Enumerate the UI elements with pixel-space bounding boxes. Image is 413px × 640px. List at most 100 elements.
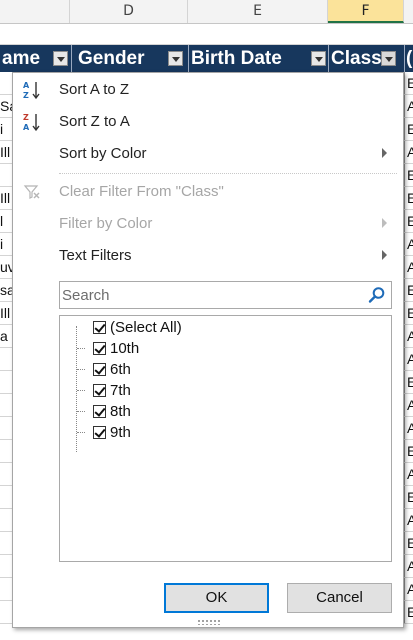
clear-filter-item[interactable]: Clear Filter From "Class" — [13, 177, 403, 207]
chevron-right-icon — [382, 250, 387, 260]
sort-z-to-a-item[interactable]: Z A Sort Z to A — [13, 107, 403, 137]
cell-name-partial[interactable] — [0, 463, 12, 485]
header-class-label: Class — [331, 48, 382, 69]
cell-next-partial[interactable]: A — [404, 325, 413, 347]
tree-branch — [77, 390, 85, 391]
filter-by-color-item[interactable]: Filter by Color — [13, 209, 403, 239]
checkbox-checked-icon — [93, 363, 106, 376]
cell-next-partial[interactable]: E — [404, 371, 413, 393]
clear-filter-label: Clear Filter From "Class" — [59, 183, 224, 200]
cell-next-partial[interactable]: E — [404, 486, 413, 508]
cell-next-partial[interactable]: E — [404, 532, 413, 554]
class-filter-dropdown-icon[interactable] — [381, 51, 396, 66]
spacer-row — [0, 23, 413, 45]
cell-next-partial[interactable]: E — [404, 302, 413, 324]
cell-name-partial[interactable] — [0, 417, 12, 439]
cancel-button[interactable]: Cancel — [287, 583, 392, 613]
cell-next-partial[interactable]: A — [404, 95, 413, 117]
cell-name-partial[interactable] — [0, 72, 12, 94]
cell-next-partial[interactable]: A — [404, 463, 413, 485]
sort-z-to-a-label: Sort Z to A — [59, 113, 130, 130]
tree-branch — [77, 369, 85, 370]
checkbox-checked-icon — [93, 426, 106, 439]
cell-name-partial[interactable] — [0, 164, 12, 186]
cell-next-partial[interactable]: A — [404, 555, 413, 577]
svg-text:Z: Z — [23, 113, 29, 122]
search-icon[interactable] — [368, 286, 386, 304]
cell-next-partial[interactable]: E — [404, 210, 413, 232]
cell-name-partial[interactable] — [0, 486, 12, 508]
tree-branch — [77, 411, 85, 412]
cell-next-partial[interactable]: A — [404, 233, 413, 255]
sort-az-icon: A Z — [23, 81, 40, 100]
cell-next-partial[interactable]: A — [404, 256, 413, 278]
cell-next-partial[interactable]: E — [404, 601, 413, 623]
name-filter-dropdown-icon[interactable] — [53, 51, 68, 66]
column-header-g[interactable] — [404, 0, 413, 23]
cell-name-partial[interactable] — [0, 601, 12, 623]
header-next-label: ( — [406, 48, 413, 69]
filter-values-list[interactable]: (Select All) 10th 6th 7th 8th 9th — [59, 315, 392, 562]
cell-next-partial[interactable]: A — [404, 578, 413, 600]
checkbox-checked-icon — [93, 384, 106, 397]
filter-item-label: 7th — [110, 382, 131, 399]
cell-name-partial[interactable]: uv — [0, 256, 12, 278]
header-birth-date: Birth Date — [189, 45, 329, 72]
gender-filter-dropdown-icon[interactable] — [168, 51, 183, 66]
cell-next-partial[interactable]: A — [404, 141, 413, 163]
cell-next-partial[interactable]: E — [404, 118, 413, 140]
menu-separator — [59, 173, 397, 174]
cell-name-partial[interactable]: Ill — [0, 302, 12, 324]
cell-name-partial[interactable]: Sa — [0, 95, 12, 117]
birth-date-filter-dropdown-icon[interactable] — [311, 51, 326, 66]
sort-a-to-z-label: Sort A to Z — [59, 81, 130, 98]
column-header-e[interactable]: E — [188, 0, 328, 23]
cell-name-partial[interactable]: l — [0, 210, 12, 232]
text-filters-item[interactable]: Text Filters — [13, 241, 403, 271]
cell-next-partial[interactable]: A — [404, 348, 413, 370]
tree-branch — [77, 348, 85, 349]
header-next: ( — [405, 45, 413, 72]
column-header-f[interactable]: F — [328, 0, 404, 23]
filter-search-input[interactable] — [60, 282, 362, 308]
cell-name-partial[interactable]: a — [0, 325, 12, 347]
cell-name-partial[interactable]: Ill — [0, 141, 12, 163]
cell-next-partial[interactable]: A — [404, 394, 413, 416]
sort-by-color-item[interactable]: Sort by Color — [13, 139, 403, 169]
clear-filter-icon — [23, 185, 40, 199]
cell-name-partial[interactable]: i — [0, 118, 12, 140]
cell-next-partial[interactable]: E — [404, 187, 413, 209]
cell-name-partial[interactable] — [0, 509, 12, 531]
svg-text:A: A — [23, 123, 30, 132]
select-all-label: (Select All) — [110, 319, 182, 336]
filter-by-color-label: Filter by Color — [59, 215, 153, 232]
cell-next-partial[interactable]: A — [404, 509, 413, 531]
cell-name-partial[interactable] — [0, 578, 12, 600]
filter-item-label: 8th — [110, 403, 131, 420]
cell-next-partial[interactable]: E — [404, 72, 413, 94]
cell-next-partial[interactable]: E — [404, 164, 413, 186]
column-header-d[interactable]: D — [70, 0, 188, 23]
cell-name-partial[interactable] — [0, 532, 12, 554]
cell-name-partial[interactable] — [0, 440, 12, 462]
cell-name-partial[interactable] — [0, 394, 12, 416]
autofilter-dropdown: A Z Sort A to Z Z A Sort Z to A Sort by … — [12, 72, 404, 628]
column-header-c[interactable] — [0, 0, 70, 23]
cell-name-partial[interactable]: i — [0, 233, 12, 255]
sort-a-to-z-item[interactable]: A Z Sort A to Z — [13, 75, 403, 105]
cell-name-partial[interactable] — [0, 371, 12, 393]
cell-next-partial[interactable]: E — [404, 279, 413, 301]
cell-next-partial[interactable]: E — [404, 440, 413, 462]
ok-button[interactable]: OK — [164, 583, 269, 613]
cell-name-partial[interactable]: Ill — [0, 187, 12, 209]
filter-item-label: 9th — [110, 424, 131, 441]
header-gender: Gender — [72, 45, 189, 72]
cell-name-partial[interactable] — [0, 348, 12, 370]
sort-by-color-label: Sort by Color — [59, 145, 147, 162]
resize-grip-icon[interactable] — [197, 619, 221, 625]
cell-name-partial[interactable] — [0, 555, 12, 577]
cell-next-partial[interactable]: A — [404, 417, 413, 439]
cell-name-partial[interactable]: sa — [0, 279, 12, 301]
header-name-label: ame — [2, 48, 41, 69]
checkbox-checked-icon — [93, 405, 106, 418]
